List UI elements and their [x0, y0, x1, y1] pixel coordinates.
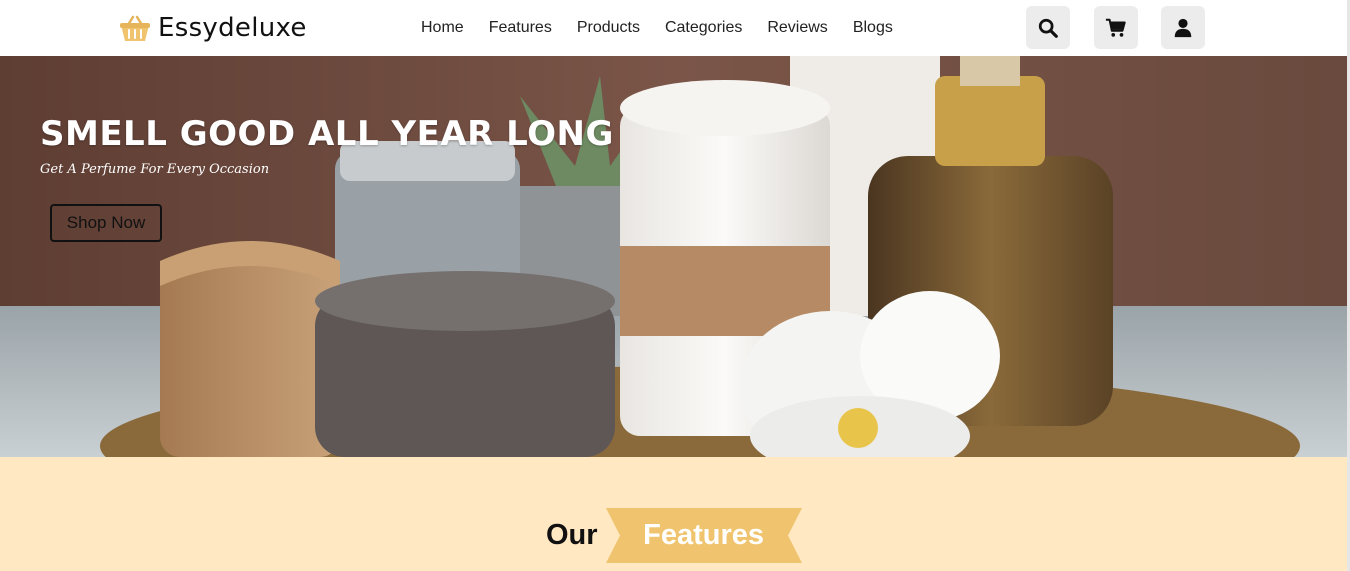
- nav-blogs[interactable]: Blogs: [853, 16, 893, 40]
- features-heading-highlight: Features: [643, 519, 764, 551]
- site-header: Essydeluxe Home Features Products Catego…: [0, 0, 1350, 56]
- nav-home[interactable]: Home: [421, 16, 464, 40]
- cart-icon: [1105, 18, 1126, 37]
- basket-icon: [120, 15, 150, 41]
- user-button[interactable]: [1161, 6, 1205, 49]
- cart-button[interactable]: [1094, 6, 1138, 49]
- brand-name: Essydeluxe: [158, 13, 307, 43]
- search-icon: [1038, 18, 1058, 38]
- features-heading-prefix: Our: [546, 519, 598, 551]
- user-icon: [1174, 18, 1192, 37]
- main-nav: Home Features Products Categories Review…: [421, 16, 918, 40]
- nav-features[interactable]: Features: [489, 16, 552, 40]
- hero-banner: SMELL GOOD ALL YEAR LONG Get A Perfume F…: [0, 56, 1348, 457]
- shop-now-button[interactable]: Shop Now: [50, 204, 162, 242]
- nav-categories[interactable]: Categories: [665, 16, 742, 40]
- hero-subtitle: Get A Perfume For Every Occasion: [40, 162, 270, 177]
- features-heading: Our Features: [546, 508, 802, 563]
- nav-products[interactable]: Products: [577, 16, 640, 40]
- search-button[interactable]: [1026, 6, 1070, 49]
- nav-reviews[interactable]: Reviews: [767, 16, 827, 40]
- features-heading-ribbon: Features: [605, 508, 802, 563]
- hero-title: SMELL GOOD ALL YEAR LONG: [40, 114, 614, 154]
- brand-logo[interactable]: Essydeluxe: [118, 10, 307, 46]
